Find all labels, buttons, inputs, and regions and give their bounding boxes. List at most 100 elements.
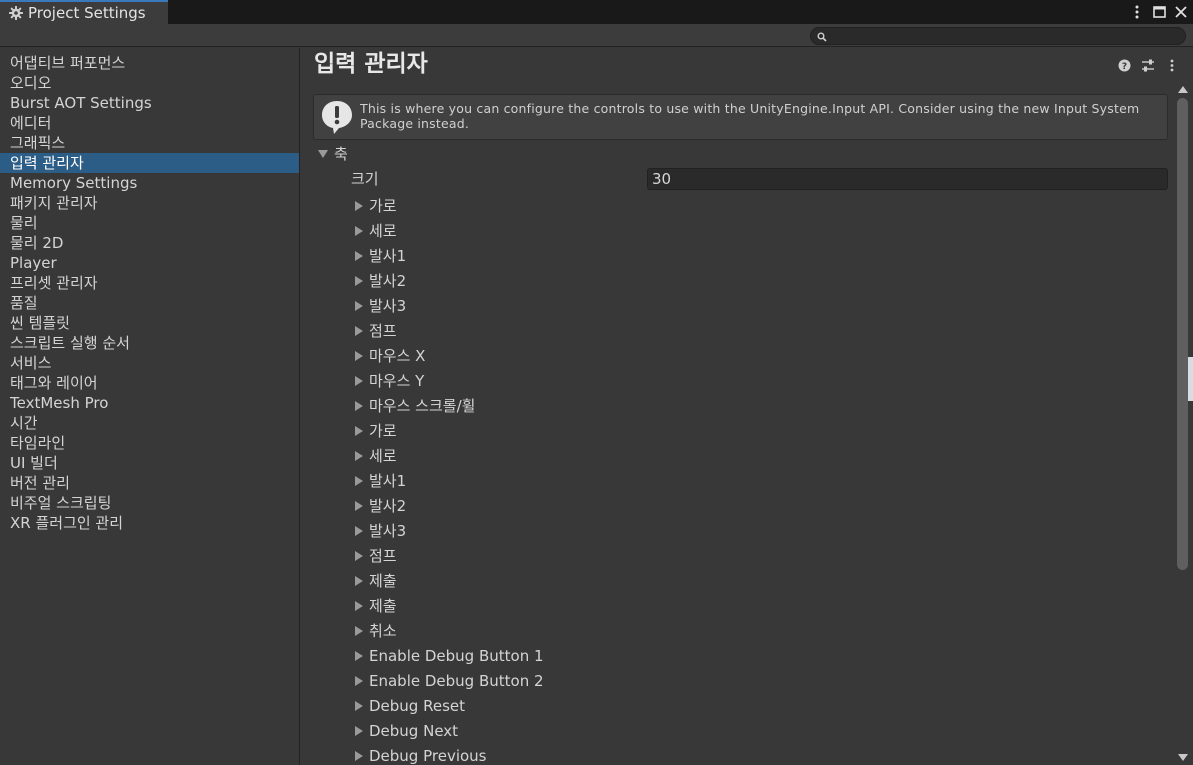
help-icon[interactable]: ? xyxy=(1117,58,1131,72)
search-input[interactable] xyxy=(831,28,1181,44)
axis-foldout[interactable]: Debug Next xyxy=(355,718,544,743)
chevron-right-icon xyxy=(355,450,363,461)
chevron-right-icon xyxy=(355,325,363,336)
axis-foldout[interactable]: 취소 xyxy=(355,618,544,643)
axis-foldout[interactable]: 발사3 xyxy=(355,518,544,543)
chevron-right-icon xyxy=(355,250,363,261)
axis-foldout[interactable]: 제출 xyxy=(355,593,544,618)
chevron-right-icon xyxy=(355,500,363,511)
axis-foldout[interactable]: 세로 xyxy=(355,218,544,243)
vertical-scrollbar[interactable] xyxy=(1175,82,1191,765)
project-settings-tab[interactable]: Project Settings xyxy=(0,0,168,24)
preset-icon[interactable] xyxy=(1141,58,1155,72)
axis-foldout[interactable]: Debug Previous xyxy=(355,743,544,765)
chevron-right-icon xyxy=(355,475,363,486)
axis-foldout[interactable]: 점프 xyxy=(355,318,544,343)
axis-foldout[interactable]: 가로 xyxy=(355,193,544,218)
scroll-up-arrow-icon[interactable] xyxy=(1178,86,1188,93)
sidebar-item[interactable]: 그래픽스 xyxy=(0,133,299,153)
sidebar-item[interactable]: 비주얼 스크립팅 xyxy=(0,493,299,513)
chevron-right-icon xyxy=(355,725,363,736)
size-label: 크기 xyxy=(351,170,379,188)
chevron-right-icon xyxy=(355,200,363,211)
axis-foldout[interactable]: Enable Debug Button 1 xyxy=(355,643,544,668)
axis-foldout[interactable]: 발사1 xyxy=(355,468,544,493)
axis-foldout[interactable]: 발사1 xyxy=(355,243,544,268)
sidebar-item[interactable]: 서비스 xyxy=(0,353,299,373)
chevron-right-icon xyxy=(355,600,363,611)
axis-label: Enable Debug Button 1 xyxy=(369,646,544,665)
scroll-down-arrow-icon[interactable] xyxy=(1178,754,1188,761)
settings-toolbar xyxy=(0,24,1193,47)
axis-foldout[interactable]: 점프 xyxy=(355,543,544,568)
axis-foldout[interactable]: 발사3 xyxy=(355,293,544,318)
axis-foldout[interactable]: 마우스 X xyxy=(355,343,544,368)
sidebar-item[interactable]: TextMesh Pro xyxy=(0,393,299,413)
axes-foldout[interactable]: 축 xyxy=(318,144,348,164)
kebab-menu-icon[interactable] xyxy=(1129,4,1145,20)
input-manager-panel: 입력 관리자 ? This is where you can configure… xyxy=(301,48,1193,765)
sidebar-item[interactable]: 스크립트 실행 순서 xyxy=(0,333,299,353)
axis-foldout[interactable]: 발사2 xyxy=(355,493,544,518)
scroll-thumb[interactable] xyxy=(1177,98,1188,570)
sidebar-item[interactable]: 오디오 xyxy=(0,73,299,93)
window-tab-bar: Project Settings xyxy=(0,0,1193,24)
axis-foldout[interactable]: Enable Debug Button 2 xyxy=(355,668,544,693)
axis-foldout[interactable]: Debug Reset xyxy=(355,693,544,718)
chevron-right-icon xyxy=(355,675,363,686)
sidebar-item[interactable]: Player xyxy=(0,253,299,273)
chevron-right-icon xyxy=(355,300,363,311)
page-title: 입력 관리자 xyxy=(314,51,428,77)
sidebar-item[interactable]: 타임라인 xyxy=(0,433,299,453)
sidebar-item[interactable]: UI 빌더 xyxy=(0,453,299,473)
axis-label: 점프 xyxy=(369,322,397,340)
tab-title: Project Settings xyxy=(28,4,146,22)
axis-label: 취소 xyxy=(369,622,397,640)
chevron-down-icon xyxy=(318,150,328,158)
sidebar-item[interactable]: 패키지 관리자 xyxy=(0,193,299,213)
sidebar-item[interactable]: 씬 템플릿 xyxy=(0,313,299,333)
svg-text:?: ? xyxy=(1121,62,1126,72)
axis-foldout[interactable]: 제출 xyxy=(355,568,544,593)
sidebar-item[interactable]: 프리셋 관리자 xyxy=(0,273,299,293)
axis-label: 발사2 xyxy=(369,272,407,290)
axes-label: 축 xyxy=(334,145,348,163)
window-controls xyxy=(1129,2,1189,22)
axis-foldout[interactable]: 가로 xyxy=(355,418,544,443)
sidebar-item[interactable]: 버전 관리 xyxy=(0,473,299,493)
axis-label: 제출 xyxy=(369,597,397,615)
axis-label: 점프 xyxy=(369,547,397,565)
axis-foldout[interactable]: 발사2 xyxy=(355,268,544,293)
chevron-right-icon xyxy=(355,525,363,536)
axis-foldout[interactable]: 마우스 Y xyxy=(355,368,544,393)
chevron-right-icon xyxy=(355,625,363,636)
window-edge-handle xyxy=(1188,357,1193,401)
more-options-icon[interactable] xyxy=(1165,58,1179,72)
axis-label: 발사1 xyxy=(369,247,407,265)
axis-foldout[interactable]: 마우스 스크롤/휠 xyxy=(355,393,544,418)
sidebar-item[interactable]: XR 플러그인 관리 xyxy=(0,513,299,533)
axis-label: 발사1 xyxy=(369,472,407,490)
axis-label: 발사3 xyxy=(369,522,407,540)
axis-label: 세로 xyxy=(369,447,397,465)
close-icon[interactable] xyxy=(1173,4,1189,20)
size-field[interactable]: 30 xyxy=(647,168,1168,190)
axis-label: Enable Debug Button 2 xyxy=(369,671,544,690)
sidebar-item[interactable]: Memory Settings xyxy=(0,173,299,193)
search-box[interactable] xyxy=(810,27,1186,45)
settings-sidebar: 어댑티브 퍼포먼스 오디오 Burst AOT Settings 에디터 그래픽스 입력 … xyxy=(0,48,300,765)
axis-foldout[interactable]: 세로 xyxy=(355,443,544,468)
sidebar-item[interactable]: 물리 2D xyxy=(0,233,299,253)
sidebar-item[interactable]: 어댑티브 퍼포먼스 xyxy=(0,53,299,73)
sidebar-item[interactable]: Burst AOT Settings xyxy=(0,93,299,113)
sidebar-item[interactable]: 품질 xyxy=(0,293,299,313)
sidebar-item[interactable]: 물리 xyxy=(0,213,299,233)
chevron-right-icon xyxy=(355,650,363,661)
maximize-icon[interactable] xyxy=(1151,4,1167,20)
axis-label: 발사2 xyxy=(369,497,407,515)
sidebar-item[interactable]: 태그와 레이어 xyxy=(0,373,299,393)
sidebar-item[interactable]: 입력 관리자 xyxy=(0,153,299,173)
sidebar-item[interactable]: 시간 xyxy=(0,413,299,433)
sidebar-item[interactable]: 에디터 xyxy=(0,113,299,133)
axis-list: 가로 세로 발사1 발사2 발사3 점프 마우스 X 마우스 Y 마우스 스크롤/휠 가로 세로 발사… xyxy=(355,193,544,765)
